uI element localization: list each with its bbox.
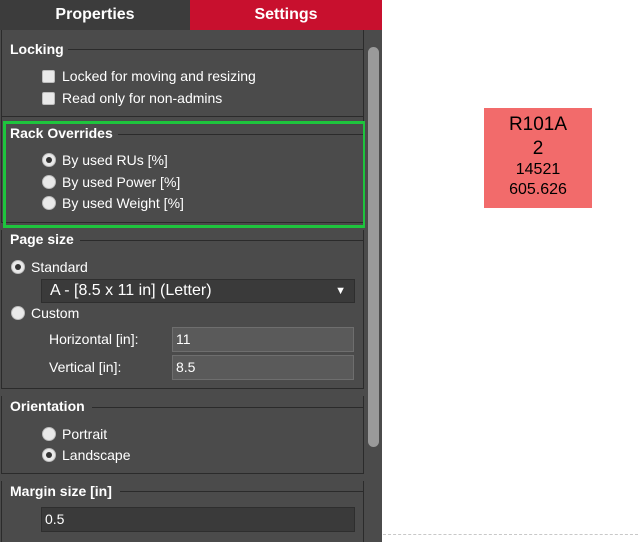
page-size-title-rule bbox=[80, 240, 364, 241]
locking-title: Locking bbox=[10, 41, 64, 57]
rack-line-4: 605.626 bbox=[509, 181, 567, 198]
standard-size-radio[interactable] bbox=[11, 260, 25, 274]
rack-name: R101A bbox=[508, 114, 568, 135]
rack-R101A[interactable]: R101A 2 14521 605.626 bbox=[484, 108, 592, 208]
panel-tabs: Properties Settings bbox=[0, 0, 382, 30]
orientation-title-rule bbox=[92, 407, 364, 408]
margin-size-title-rule bbox=[120, 491, 364, 492]
page-size-title: Page size bbox=[10, 231, 74, 247]
panel-scrollbar-thumb[interactable] bbox=[368, 47, 379, 447]
vertical-label: Vertical [in]: bbox=[49, 359, 122, 375]
orientation-title: Orientation bbox=[10, 398, 85, 414]
settings-panel: Properties Settings Locking Locked for m… bbox=[0, 0, 382, 542]
read-only-option[interactable]: Read only for non-admins bbox=[42, 88, 222, 108]
standard-size-option[interactable]: Standard bbox=[11, 257, 88, 277]
locked-moving-option[interactable]: Locked for moving and resizing bbox=[42, 66, 256, 86]
vertical-input[interactable]: 8.5 bbox=[172, 355, 354, 380]
custom-size-label: Custom bbox=[31, 305, 80, 321]
landscape-label: Landscape bbox=[62, 447, 131, 463]
page-size-select-value: A - [8.5 x 11 in] (Letter) bbox=[50, 282, 212, 299]
standard-size-label: Standard bbox=[31, 259, 88, 275]
portrait-option[interactable]: Portrait bbox=[42, 424, 107, 444]
rack-line-2: 2 bbox=[532, 138, 544, 159]
custom-size-option[interactable]: Custom bbox=[11, 303, 79, 323]
page-boundary-line bbox=[383, 534, 638, 535]
rack-overrides-highlight bbox=[3, 121, 366, 228]
read-only-checkbox[interactable] bbox=[42, 91, 55, 105]
margin-size-input[interactable]: 0.5 bbox=[41, 507, 355, 532]
landscape-option[interactable]: Landscape bbox=[42, 445, 131, 465]
locked-moving-label: Locked for moving and resizing bbox=[62, 68, 256, 84]
locking-title-rule bbox=[68, 49, 364, 50]
caret-down-icon: ▼ bbox=[335, 285, 346, 297]
tab-properties[interactable]: Properties bbox=[0, 0, 190, 30]
locked-moving-checkbox[interactable] bbox=[42, 69, 55, 83]
horizontal-input[interactable]: 11 bbox=[172, 327, 354, 352]
custom-size-radio[interactable] bbox=[11, 306, 25, 320]
portrait-radio[interactable] bbox=[42, 427, 56, 441]
portrait-label: Portrait bbox=[62, 426, 108, 442]
landscape-radio[interactable] bbox=[42, 448, 56, 462]
read-only-label: Read only for non-admins bbox=[62, 90, 223, 106]
tab-settings[interactable]: Settings bbox=[190, 0, 382, 30]
page-size-select[interactable]: A - [8.5 x 11 in] (Letter) ▼ bbox=[41, 279, 355, 303]
horizontal-label: Horizontal [in]: bbox=[49, 331, 139, 347]
rack-line-3: 14521 bbox=[515, 161, 561, 178]
margin-size-title: Margin size [in] bbox=[10, 483, 112, 499]
